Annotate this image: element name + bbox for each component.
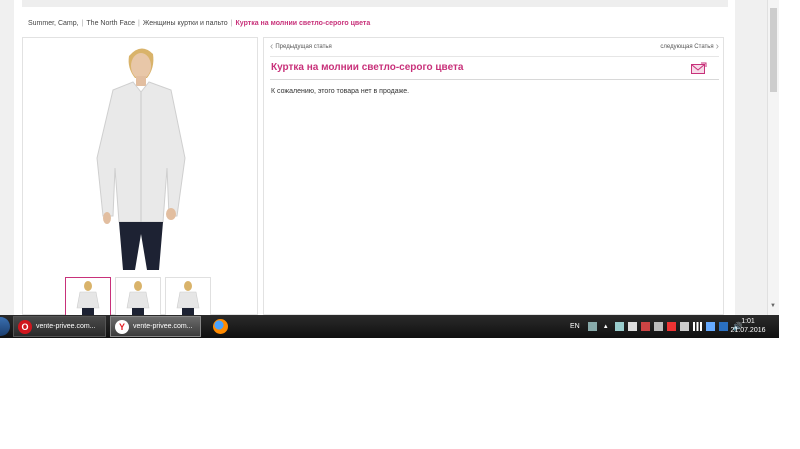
update-icon[interactable] [653,322,663,331]
opera-icon: O [18,319,32,334]
breadcrumb-separator: | [81,19,84,27]
show-hidden-icons-icon[interactable]: ▲ [603,324,609,330]
header-strip [22,0,728,7]
app-tray-icon[interactable] [705,322,715,331]
desktop-screen: Summer, Camp, | The North Face | Женщины… [0,0,800,449]
system-tray: EN ▲ 🔊 [570,315,743,338]
language-indicator[interactable]: EN [570,323,580,330]
next-article-label: следующая Статья [660,44,714,50]
breadcrumb-item-summer-camp[interactable]: Summer, Camp, [28,20,79,27]
chevron-right-icon: › [715,41,719,52]
yandex-browser-icon: Y [115,319,129,334]
product-title: Куртка на молнии светло-серого цвета [271,62,464,73]
thumbnail-front[interactable] [65,277,111,315]
clock-date: 21.07.2016 [730,327,766,334]
breadcrumb: Summer, Camp, | The North Face | Женщины… [22,15,728,31]
divider [270,79,719,80]
security-center-icon[interactable] [640,322,650,331]
breadcrumb-current: Куртка на молнии светло-серого цвета [235,19,371,27]
flag-icon[interactable] [666,322,676,331]
network-drive-icon[interactable] [614,322,624,331]
browser-viewport: Summer, Camp, | The North Face | Женщины… [0,0,779,315]
product-image-panel [22,37,258,315]
thumbnail-back[interactable] [115,277,161,315]
breadcrumb-item-north-face[interactable]: The North Face [86,20,135,27]
thumbnail-side[interactable] [165,277,211,315]
taskbar-item-firefox[interactable] [206,316,234,337]
product-details-panel: ‹ Предыдущая статья следующая Статья › К… [263,37,724,315]
system-clock[interactable]: 1:01 21.07.2016 [728,317,768,335]
breadcrumb-separator: | [138,19,140,27]
usb-device-icon[interactable] [679,322,689,331]
display-icon[interactable] [627,322,637,331]
next-article-link[interactable]: следующая Статья › [660,42,719,52]
breadcrumb-item-women-jackets[interactable]: Женщины куртки и пальто [143,20,228,27]
signal-bars-icon[interactable] [692,322,702,331]
previous-article-label: Предыдущая статья [275,44,332,50]
vertical-scrollbar[interactable]: ▼ [767,0,779,315]
firefox-icon [212,319,228,334]
product-photo[interactable] [73,38,209,272]
scrollbar-thumb[interactable] [770,8,777,92]
taskbar-item-opera[interactable]: O vente-privee.com... [13,316,106,337]
windows-taskbar: O vente-privee.com... Y vente-privee.com… [0,315,779,338]
input-method-icon[interactable] [587,322,597,331]
breadcrumb-separator: | [230,19,233,27]
thumbnail-side-image [176,281,200,315]
availability-status: К сожалению, этого товара нет в продаже. [271,88,410,95]
divider [270,56,719,57]
scroll-down-arrow-icon[interactable]: ▼ [770,303,776,309]
previous-article-link[interactable]: ‹ Предыдущая статья [270,42,332,52]
taskbar-item-label: vente-privee.com... [36,323,96,330]
article-navigation: ‹ Предыдущая статья следующая Статья › [270,42,719,54]
taskbar-item-yandex[interactable]: Y vente-privee.com... [110,316,201,337]
envelope-share-icon[interactable] [691,62,707,74]
chevron-left-icon: ‹ [270,41,274,52]
power-icon[interactable] [718,322,728,331]
thumbnail-back-image [126,281,150,315]
start-button[interactable] [0,317,10,336]
taskbar-item-label: vente-privee.com... [133,323,193,330]
clock-time: 1:01 [741,318,755,325]
thumbnail-front-image [76,281,100,315]
